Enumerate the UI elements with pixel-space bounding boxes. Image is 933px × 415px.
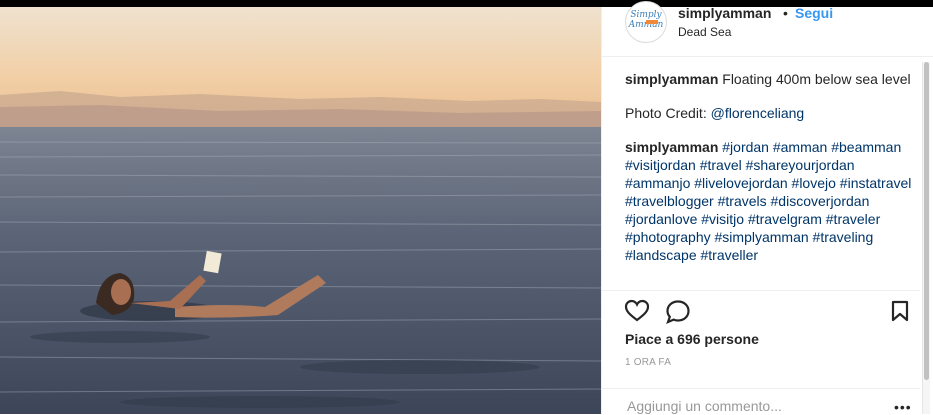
- bookmark-icon[interactable]: [891, 300, 909, 322]
- post-photo[interactable]: [0, 7, 601, 414]
- likes-count[interactable]: Piace a 696 persone: [625, 331, 759, 347]
- credit-line: Photo Credit: @florenceliang: [625, 104, 919, 122]
- action-bar: [602, 290, 920, 331]
- add-comment-box[interactable]: Aggiungi un commento... •••: [602, 388, 920, 415]
- follow-button[interactable]: Segui: [795, 5, 833, 21]
- caption-comment: simplyamman Floating 400m below sea leve…: [625, 70, 919, 88]
- hashtags-comment: simplyamman #jordan #amman #beamman #vis…: [625, 138, 919, 264]
- post-header: Simply Amman simplyamman • Segui Dead Sea: [602, 0, 933, 57]
- post-timestamp[interactable]: 1 ORA FA: [625, 357, 671, 368]
- post-side-panel: Simply Amman simplyamman • Segui Dead Sea…: [602, 0, 933, 414]
- dead-sea-photo: [0, 7, 601, 414]
- caption-text: Floating 400m below sea level: [722, 71, 911, 87]
- location-link[interactable]: Dead Sea: [678, 25, 731, 39]
- avatar-logo-badge: [646, 20, 658, 24]
- credit-handle-link[interactable]: @florenceliang: [711, 105, 805, 121]
- panel-scrollbar[interactable]: [922, 62, 930, 414]
- header-username[interactable]: simplyamman: [678, 5, 771, 21]
- ellipsis-icon[interactable]: •••: [894, 400, 912, 414]
- credit-label: Photo Credit:: [625, 105, 707, 121]
- comment-icon[interactable]: [665, 299, 691, 325]
- scrollbar-thumb[interactable]: [924, 62, 929, 380]
- comment-input[interactable]: Aggiungi un commento...: [627, 398, 782, 414]
- header-separator-dot: •: [783, 5, 788, 21]
- avatar[interactable]: Simply Amman: [625, 1, 667, 43]
- caption-username[interactable]: simplyamman: [625, 71, 718, 87]
- hashtags-username[interactable]: simplyamman: [625, 139, 718, 155]
- hashtags-text[interactable]: #jordan #amman #beamman #visitjordan #tr…: [625, 139, 911, 263]
- heart-icon[interactable]: [624, 299, 650, 323]
- comments-list[interactable]: simplyamman Floating 400m below sea leve…: [625, 70, 919, 288]
